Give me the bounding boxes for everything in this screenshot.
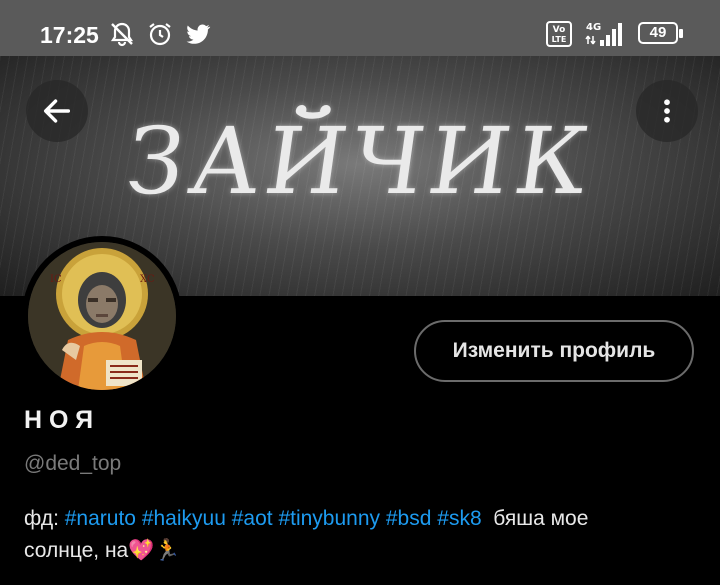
edit-profile-button[interactable]: Изменить профиль [414,320,694,382]
svg-text:Vo: Vo [553,25,566,35]
bio-text-line2: солнце, на [24,539,129,562]
svg-text:4G: 4G [586,22,601,33]
arrow-left-icon [43,99,71,123]
avatar-icon-image: IC XC [28,242,176,390]
svg-text:IC: IC [50,274,62,285]
hashtag-link[interactable]: #sk8 [437,507,481,530]
signal-4g-icon: 4G [585,22,622,46]
hashtag-link[interactable]: #naruto [65,507,136,530]
back-button[interactable] [26,80,88,142]
alarm-icon [149,23,171,46]
battery-level-text: 49 [649,24,667,41]
profile-bio: фд: #naruto #haikyuu #aot #tinybunny #bs… [24,503,696,567]
banner-title: ЗАЙЧИК [119,108,601,215]
bio-prefix: фд: [24,507,65,530]
avatar[interactable]: IC XC [28,242,176,390]
more-options-button[interactable] [636,80,698,142]
avatar-frame[interactable]: IC XC [22,236,182,396]
hashtag-link[interactable]: #haikyuu [142,507,226,530]
bio-emoji: 💖🏃 [128,539,181,562]
display-name: НОЯ [24,406,101,434]
user-handle: @ded_top [24,452,122,475]
twitter-bird-icon [186,24,211,44]
bio-text: бяша мое [493,507,589,530]
svg-text:XC: XC [140,274,155,285]
svg-text:LTE: LTE [552,35,567,44]
status-system-icons: Vo LTE 4G 49 [546,20,684,48]
status-time: 17:25 [40,22,99,48]
status-notification-icons [108,20,212,48]
notifications-muted-icon [110,22,134,47]
more-vertical-icon [664,99,670,123]
volte-icon: Vo LTE [546,21,572,47]
battery-indicator: 49 [638,22,684,46]
hashtag-link[interactable]: #aot [232,507,273,530]
hashtag-link[interactable]: #tinybunny [278,507,380,530]
status-bar: 17:25 Vo LTE 4G 49 [0,0,720,56]
hashtag-link[interactable]: #bsd [386,507,432,530]
